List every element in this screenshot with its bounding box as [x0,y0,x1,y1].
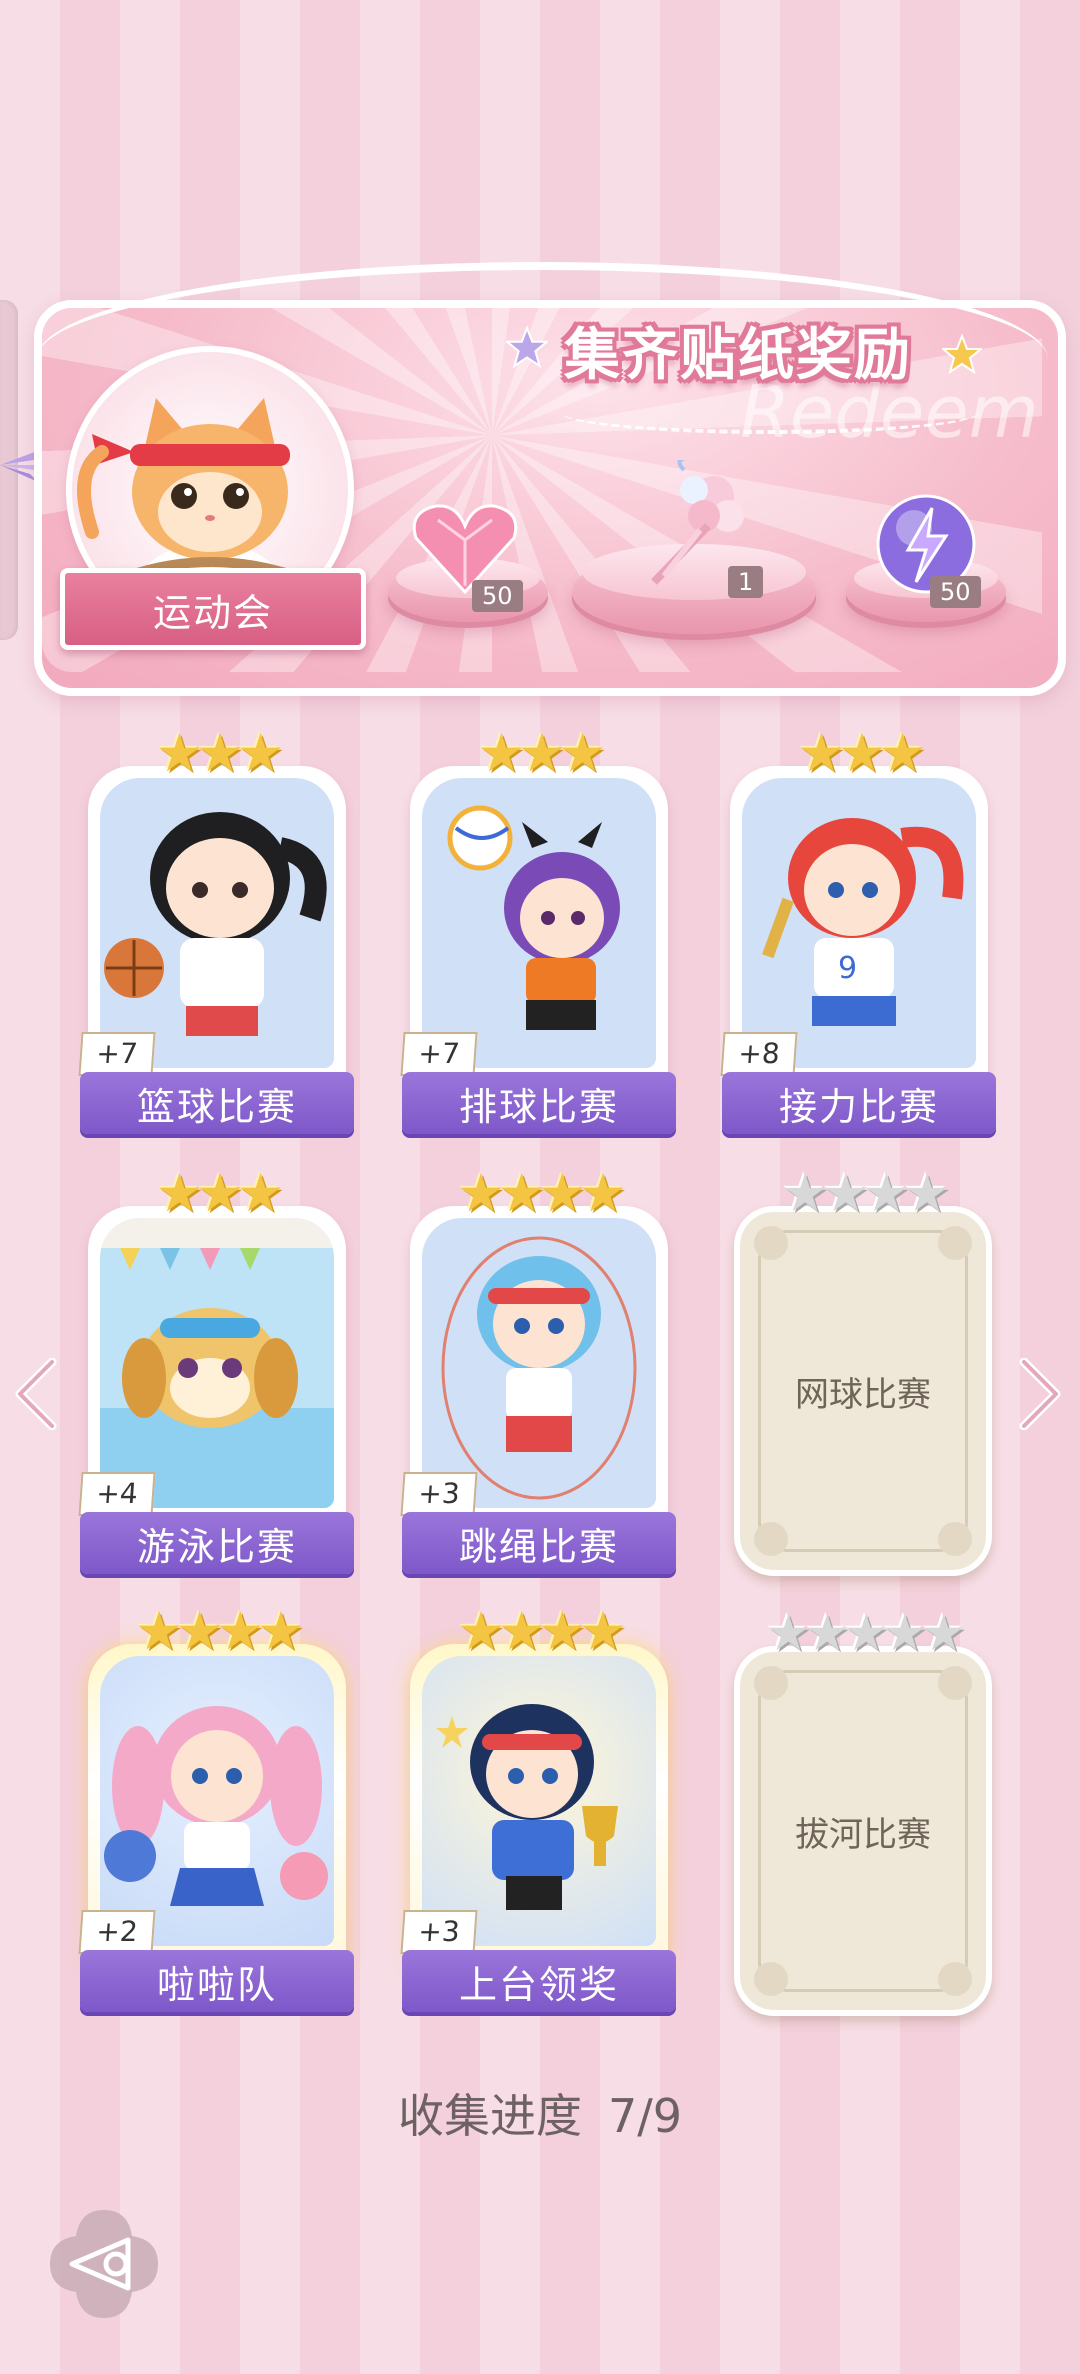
sticker-card[interactable]: ★★★ +4 游泳比赛 [78,1168,354,1574]
banner-title: 集齐贴纸奖励 [564,321,912,388]
sticker-label-bar: 接力比赛 [722,1072,996,1134]
event-name-ribbon: 运动会 [60,568,366,650]
sticker-card[interactable]: ★★★★ +2 啦啦队 [78,1606,354,2012]
sticker-name: 网球比赛 [795,1374,931,1415]
star-rating: ★★★ [156,1164,284,1224]
bonus-badge: +3 [400,1472,478,1516]
star-rating: ★★★★ [781,1164,950,1224]
svg-text:9: 9 [838,951,857,986]
sticker-card[interactable]: 9 ★★★ +8 接力比赛 [720,728,996,1134]
bonus-badge: +7 [400,1032,478,1076]
star-rating: ★★★★ [457,1164,626,1224]
progress-value: 7/9 [607,2089,683,2143]
star-rating: ★★★ [478,724,606,784]
bonus-badge: +7 [78,1032,156,1076]
star-rating: ★★★★★ [765,1604,966,1662]
reward-bouquet[interactable]: 1 [572,460,816,640]
bonus-badge: +2 [78,1910,156,1954]
sticker-card[interactable]: ★★★★ +3 上台领奖 [400,1606,676,2012]
sticker-label-bar: 篮球比赛 [80,1072,354,1134]
basketball-girl-illustration [104,812,327,1036]
sticker-name: 排球比赛 [458,1084,619,1129]
sticker-label-bar: 上台领奖 [402,1950,676,2012]
event-name: 运动会 [152,590,273,635]
sticker-name: 拔河比赛 [795,1814,931,1855]
prev-page-arrow-icon[interactable] [14,1358,58,1430]
star-rating: ★★★ [156,724,284,784]
sticker-label-bar: 排球比赛 [402,1072,676,1134]
star-rating: ★★★★ [457,1602,626,1662]
sticker-name: 上台领奖 [458,1962,619,2007]
reward-orb[interactable]: 50 [846,492,1006,630]
swimming-dog-illustration [100,1218,334,1508]
star-rating: ★★★ [798,724,926,784]
sticker-name: 啦啦队 [156,1962,277,2007]
progress-label: 收集进度 [397,2089,582,2143]
bonus-badge: +8 [720,1032,798,1076]
sticker-label-bar: 跳绳比赛 [402,1512,676,1574]
award-girl-illustration [436,1704,618,1910]
reward-count: 1 [728,566,764,598]
sticker-name: 接力比赛 [778,1084,939,1129]
bonus-badge: +4 [78,1472,156,1516]
back-button[interactable] [46,2206,162,2322]
cheerleader-illustration [104,1706,328,1906]
star-rating: ★★★★ [135,1602,304,1662]
sticker-label-bar: 游泳比赛 [80,1512,354,1574]
jumprope-girl-illustration [441,1236,637,1500]
sticker-name: 篮球比赛 [136,1084,297,1129]
sticker-name: 跳绳比赛 [458,1524,619,1569]
sticker-card[interactable]: ★★★ +7 篮球比赛 [78,728,354,1134]
next-page-arrow-icon[interactable] [1018,1358,1062,1430]
reward-heart[interactable]: 50 [388,500,548,630]
sticker-card[interactable]: ★★★ +7 排球比赛 [400,728,676,1134]
purple-star-icon [506,326,548,368]
volleyball-girl-illustration [447,805,620,1030]
bonus-badge: +3 [400,1910,478,1954]
sticker-label-bar: 啦啦队 [80,1950,354,2012]
sticker-card-locked[interactable]: 网球比赛 ★★★★ [734,1168,992,1576]
sticker-card[interactable]: ★★★★ +3 跳绳比赛 [400,1168,676,1574]
relay-girl-illustration: 9 [762,818,964,1026]
reward-count: 50 [930,576,981,608]
gold-star-icon [942,334,982,374]
sticker-card-locked[interactable]: 拔河比赛 ★★★★★ [734,1608,992,2016]
sticker-name: 游泳比赛 [136,1524,297,1569]
reward-count: 50 [472,580,523,612]
collection-progress: 收集进度 7/9 [0,2080,1080,2146]
